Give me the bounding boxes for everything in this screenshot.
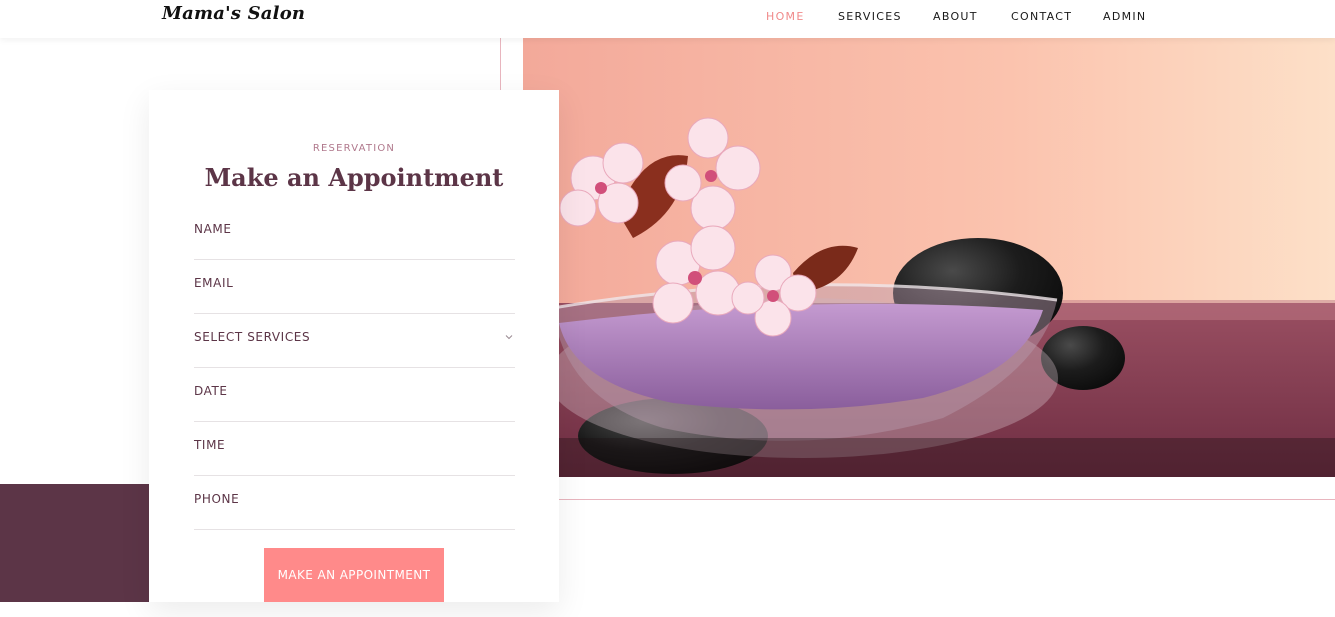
name-placeholder: NAME xyxy=(194,222,232,236)
name-field[interactable]: NAME xyxy=(194,206,515,260)
services-select[interactable]: SELECT SERVICES xyxy=(194,314,515,368)
services-placeholder: SELECT SERVICES xyxy=(194,330,311,344)
hero-image xyxy=(523,38,1335,477)
decorative-horizontal-line xyxy=(559,499,1335,500)
phone-field[interactable]: PHONE xyxy=(194,476,515,530)
date-field[interactable]: DATE xyxy=(194,368,515,422)
nav-services[interactable]: SERVICES xyxy=(838,10,902,23)
time-placeholder: TIME xyxy=(194,438,226,452)
email-placeholder: EMAIL xyxy=(194,276,234,290)
decorative-purple-block xyxy=(0,484,149,602)
section-eyebrow: RESERVATION xyxy=(312,143,396,154)
time-field[interactable]: TIME xyxy=(194,422,515,476)
nav-about[interactable]: ABOUT xyxy=(933,10,978,23)
nav-home[interactable]: HOME xyxy=(766,10,805,23)
decorative-vertical-line xyxy=(500,38,501,90)
appointment-form: RESERVATION Make an Appointment NAME EMA… xyxy=(149,90,559,602)
date-placeholder: DATE xyxy=(194,384,228,398)
nav-admin[interactable]: ADMIN xyxy=(1103,10,1146,23)
site-header: Mama's Salon HOME SERVICES ABOUT CONTACT… xyxy=(0,0,1335,38)
email-field[interactable]: EMAIL xyxy=(194,260,515,314)
nav-contact[interactable]: CONTACT xyxy=(1011,10,1072,23)
make-appointment-button[interactable]: MAKE AN APPOINTMENT xyxy=(264,548,444,602)
chevron-down-icon xyxy=(505,335,513,340)
logo[interactable]: Mama's Salon xyxy=(162,3,305,24)
phone-placeholder: PHONE xyxy=(194,492,240,506)
form-title: Make an Appointment xyxy=(204,163,504,192)
